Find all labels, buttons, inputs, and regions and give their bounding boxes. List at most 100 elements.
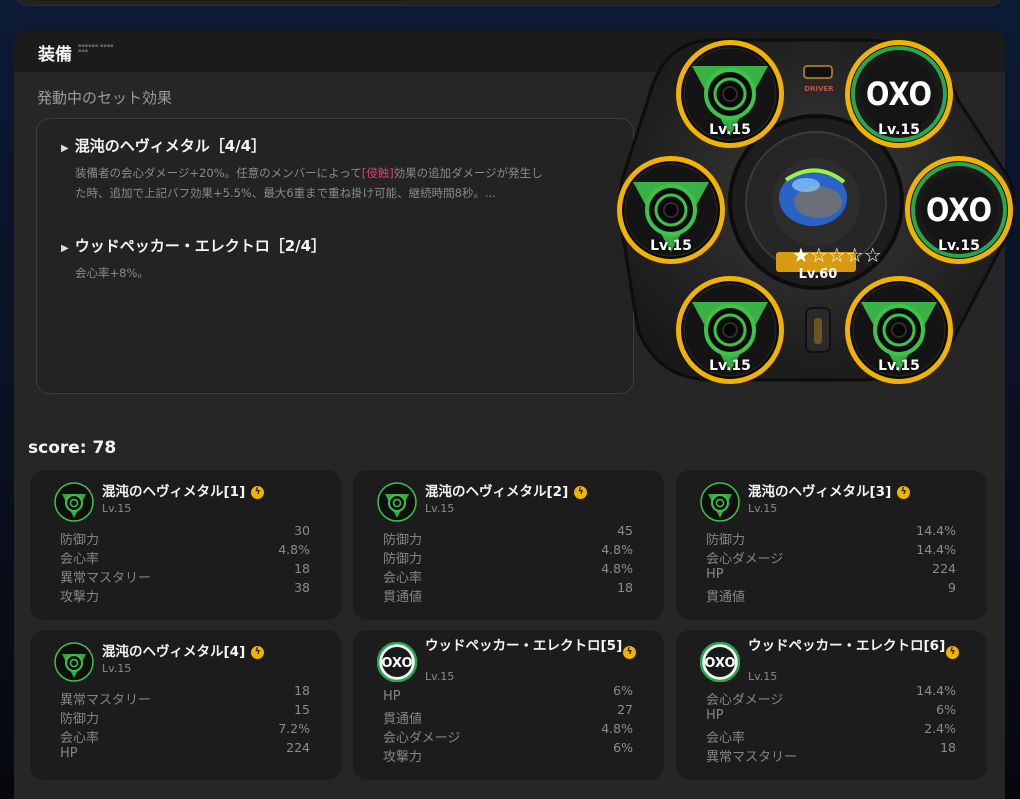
set-desc-text: 装備者の会心ダメージ+20%。任意のメンバーによって [75,166,362,180]
stat-row: 貫通値 9 [706,580,956,605]
bottom-slot-inner [814,318,822,344]
stat-value: 6% [613,740,633,755]
stat-name: 攻撃力 [60,590,100,605]
panel-title-decoration: ▪▪▪▪▪▪ ▪▪▪▪ ▪▪▪ [78,43,114,54]
stat-value: 4.8% [601,542,633,557]
drive-disk-slot-2[interactable]: OXO Lv.15 [843,38,955,150]
drive-disk-slot-4[interactable]: Lv.15 [615,154,727,266]
disk-stats: HP 6% 貫通値 27 会心ダメージ 4.8% 攻撃力 6% [383,683,633,765]
disk-stats: 防御力 30 会心率 4.8% 異常マスタリー 18 攻撃力 38 [60,523,310,605]
disk-level-label: Lv.15 [878,358,920,374]
stat-name: HP [706,567,724,582]
drive-disk-slot-6[interactable]: Lv.15 [843,274,955,386]
disk-name: 混沌のヘヴィメタル[3] ϟ [748,484,911,500]
stat-row: 会心率 2.4% [706,721,956,746]
stat-row: 会心ダメージ 14.4% [706,542,956,567]
stat-name: HP [60,746,78,761]
disk-stats: 防御力 14.4% 会心ダメージ 14.4% HP 224 貫通値 9 [706,523,956,605]
driver-label: DRIVER [804,85,834,93]
disk-level: Lv.15 [748,670,778,683]
electric-attribute-icon: ϟ [251,645,265,659]
stat-value: 14.4% [916,523,956,538]
stat-name: HP [706,708,724,723]
stat-value: 30 [294,523,310,538]
disk-level-label: Lv.15 [709,122,751,138]
woodpecker-electro-icon: OXO [699,641,741,683]
stat-value: 14.4% [916,683,956,698]
electric-attribute-icon: ϟ [623,646,636,659]
stat-name: HP [383,689,401,704]
stat-name: 貫通値 [706,590,746,605]
stat-value: 18 [940,740,956,755]
stat-row: 会心率 4.8% [383,561,633,586]
stat-value: 6% [936,702,956,717]
disk-card[interactable]: OXO ウッドペッカー・エレクトロ[6] ϟ Lv.15 会心ダメージ 14.4%… [676,630,987,780]
set-effect-desc-woodpecker: 会心率+8%。 [75,266,149,280]
disk-level: Lv.15 [425,502,455,515]
stat-value: 15 [294,702,310,717]
disk-stats: 異常マスタリー 18 防御力 15 会心率 7.2% HP 224 [60,683,310,763]
disk-level: Lv.15 [102,502,132,515]
set-effect-title-woodpecker[interactable]: ▶ ウッドペッカー・エレクトロ［2/4］ [61,235,326,256]
stat-row: HP 224 [60,740,310,763]
equipment-panel: 装備 ▪▪▪▪▪▪ ▪▪▪▪ ▪▪▪ 発動中のセット効果 ▶ 混沌のヘヴィメタル［… [14,30,1016,799]
stat-value: 18 [617,580,633,595]
set-effect-title-chaos[interactable]: ▶ 混沌のヘヴィメタル［4/4］ [61,135,266,156]
stat-value: 38 [294,580,310,595]
disk-name: ウッドペッカー・エレクトロ[6] [748,638,946,654]
stat-value: 224 [286,740,310,755]
disk-icon [377,482,417,522]
stat-row: 攻撃力 38 [60,580,310,605]
disk-card[interactable]: 混沌のヘヴィメタル[4] ϟ Lv.15 異常マスタリー 18 防御力 15 会心率 7.2… [30,630,341,780]
engine-helmet-shine [792,178,820,192]
stat-value: 27 [617,702,633,717]
chaos-heavy-metal-icon [377,482,417,522]
stat-value: 6% [613,683,633,698]
stat-name: 貫通値 [383,590,423,605]
disk-card[interactable]: 混沌のヘヴィメタル[3] ϟ Lv.15 防御力 14.4% 会心ダメージ 14.4% H… [676,470,987,620]
engine-rank-stars: ★☆☆☆☆ [792,243,882,267]
stat-row: 攻撃力 6% [383,740,633,765]
disk-icon [54,482,94,522]
set-desc-keyword: [侵蝕] [361,166,394,180]
disk-icon [700,482,740,522]
stat-row: 防御力 45 [383,523,633,548]
disk-card[interactable]: 混沌のヘヴィメタル[1] ϟ Lv.15 防御力 30 会心率 4.8% 異常マスタリー 1… [30,470,341,620]
disk-level: Lv.15 [102,662,132,675]
stat-row: 防御力 15 [60,702,310,727]
disk-level-label: Lv.15 [938,238,980,254]
set-effect-desc-chaos: 装備者の会心ダメージ+20%。任意のメンバーによって[侵蝕]効果の追加ダメージが… [75,163,545,203]
drive-disk-slot-3[interactable]: OXO Lv.15 [903,154,1015,266]
electric-attribute-icon: ϟ [251,485,265,499]
stat-value: 18 [294,561,310,576]
stat-value: 7.2% [278,721,310,736]
disk-card[interactable]: OXO ウッドペッカー・エレクトロ[5] ϟ Lv.15 HP 6% 貫通値 27 会心… [353,630,664,780]
expand-triangle-icon: ▶ [61,243,69,254]
stat-row: 防御力 4.8% [383,542,633,567]
drive-disk-slot-5[interactable]: Lv.15 [674,274,786,386]
stat-row: 会心ダメージ 14.4% [706,683,956,708]
stat-value: 4.8% [601,721,633,736]
set-effects-box: ▶ 混沌のヘヴィメタル［4/4］ 装備者の会心ダメージ+20%。任意のメンバーによ… [36,118,634,394]
disk-name: 混沌のヘヴィメタル[1] ϟ [102,484,265,500]
driver-slot [803,65,833,79]
stat-name: 攻撃力 [383,750,423,765]
disk-card[interactable]: 混沌のヘヴィメタル[2] ϟ Lv.15 防御力 45 防御力 4.8% 会心率 4.8% 貫… [353,470,664,620]
stat-name: 異常マスタリー [706,750,798,765]
set-effect-title-text: ウッドペッカー・エレクトロ［2/4］ [74,237,327,255]
stat-row: 異常マスタリー 18 [60,683,310,708]
stat-row: HP 6% [383,683,633,706]
score-label: score: 78 [28,438,117,458]
disk-level-label: Lv.15 [650,238,692,254]
stat-row: 会心率 4.8% [60,542,310,567]
expand-triangle-icon: ▶ [61,143,69,154]
stat-value: 9 [948,580,956,595]
svg-text:OXO: OXO [704,656,735,671]
svg-text:OXO: OXO [381,656,412,671]
stat-value: 2.4% [924,721,956,736]
electric-attribute-icon: ϟ [946,646,959,659]
drive-disk-slot-1[interactable]: Lv.15 [674,38,786,150]
stat-row: 異常マスタリー 18 [706,740,956,765]
disk-level: Lv.15 [748,502,778,515]
disk-icon [54,642,94,682]
